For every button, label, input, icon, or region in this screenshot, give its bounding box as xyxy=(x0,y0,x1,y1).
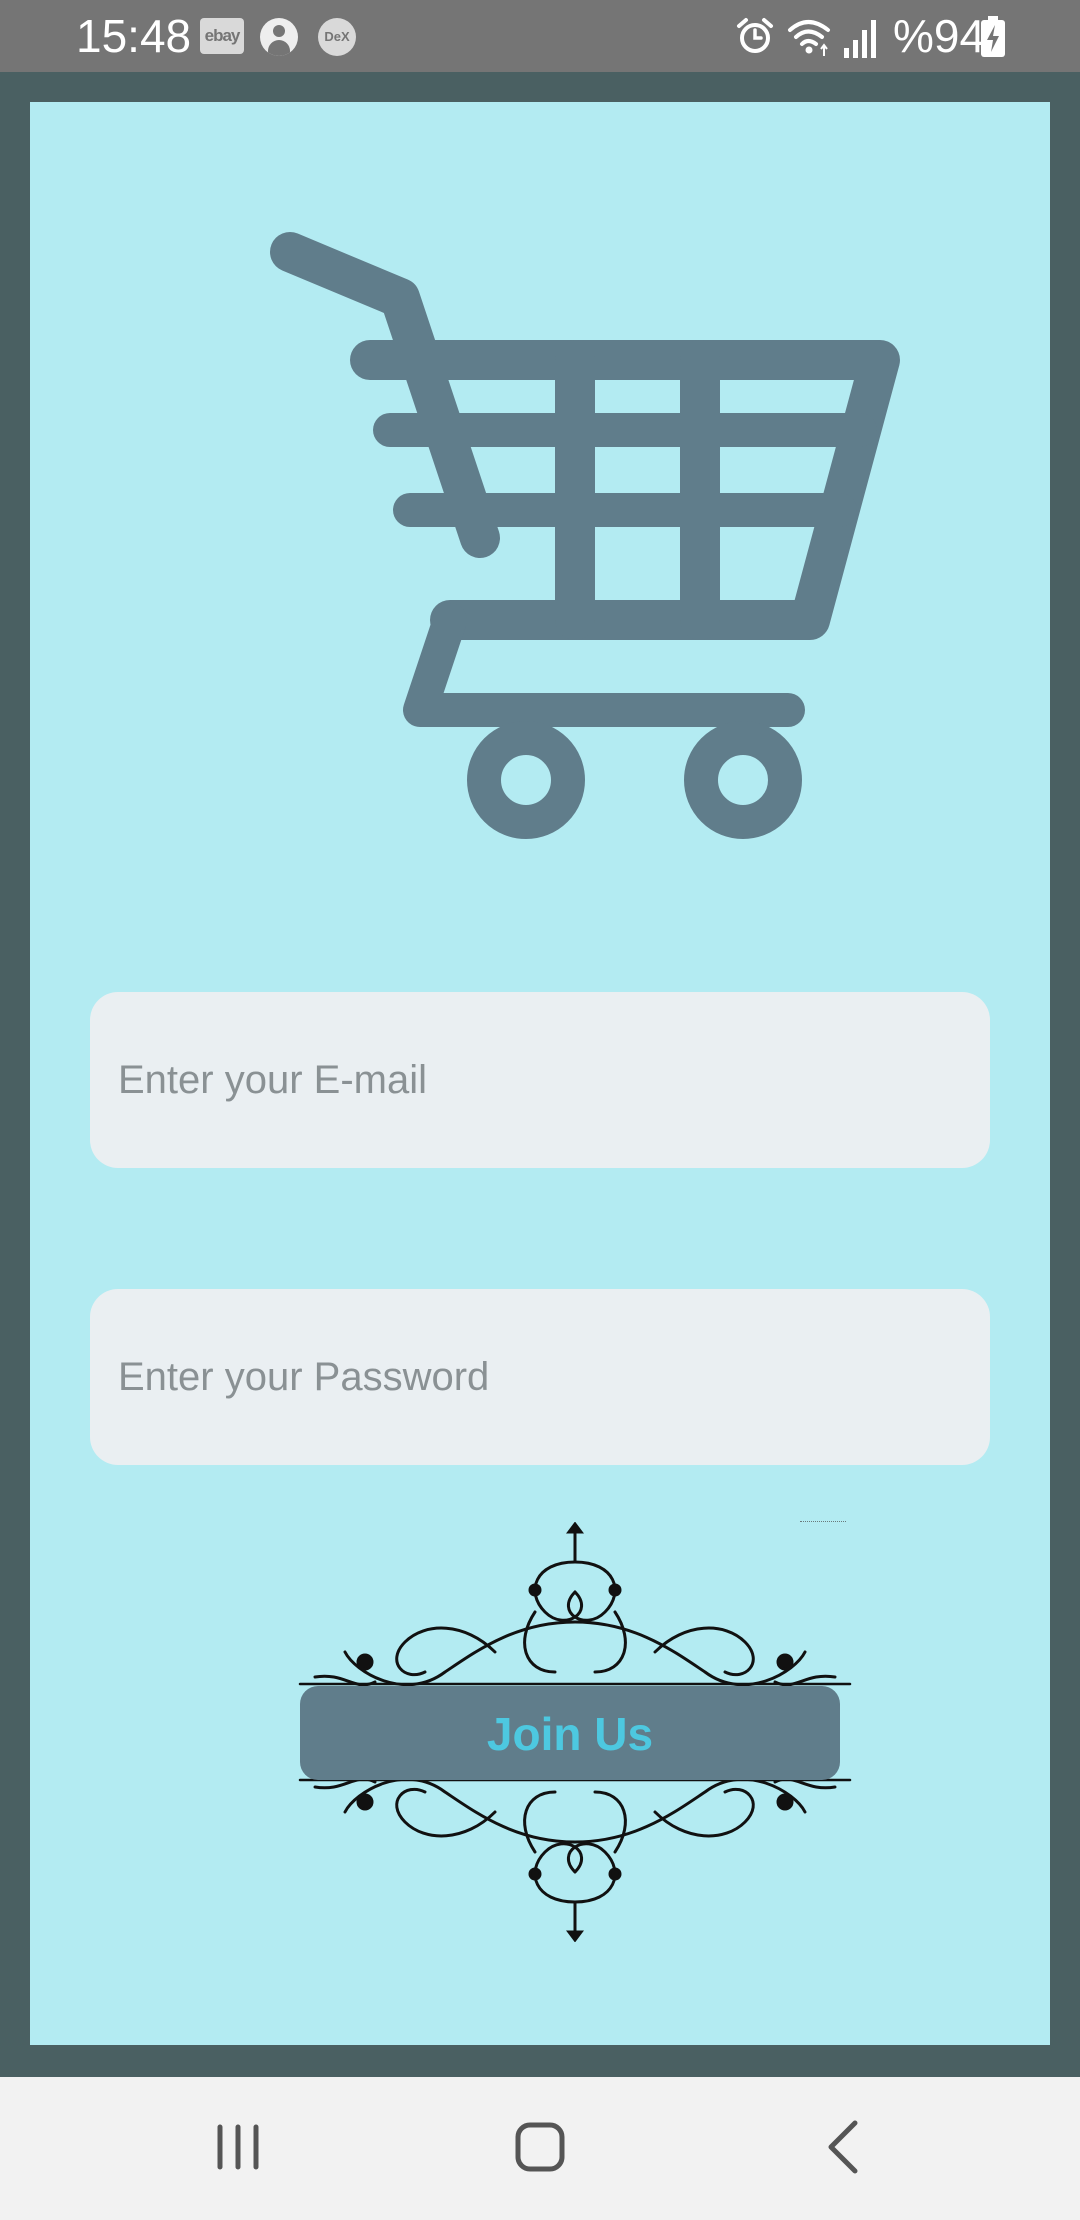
alarm-icon xyxy=(737,18,773,53)
password-placeholder: Enter your Password xyxy=(118,1354,490,1399)
login-panel: Enter your E-mail Enter your Password Jo… xyxy=(30,102,1050,2045)
email-placeholder: Enter your E-mail xyxy=(118,1057,427,1102)
home-icon[interactable] xyxy=(510,2117,570,2177)
battery-percent: %94 xyxy=(893,10,986,62)
password-field[interactable]: Enter your Password xyxy=(90,1289,990,1465)
account-icon xyxy=(260,18,298,56)
app-frame: Enter your E-mail Enter your Password Jo… xyxy=(0,72,1080,2077)
join-us-button[interactable]: Join Us xyxy=(300,1686,840,1780)
status-time: 15:48 xyxy=(76,10,192,62)
back-icon[interactable] xyxy=(815,2117,875,2177)
dex-icon: DeX xyxy=(318,18,356,56)
ebay-icon: ebay xyxy=(200,18,244,54)
signal-icon xyxy=(844,20,876,58)
wifi-icon xyxy=(788,20,830,56)
email-field[interactable]: Enter your E-mail xyxy=(90,992,990,1168)
recents-icon[interactable] xyxy=(210,2117,270,2177)
battery-charging-icon xyxy=(981,16,1005,57)
status-bar: 15:48 ebay DeX %94 xyxy=(0,0,1080,72)
shopping-cart-icon xyxy=(270,232,900,839)
navigation-bar xyxy=(0,2077,1080,2220)
